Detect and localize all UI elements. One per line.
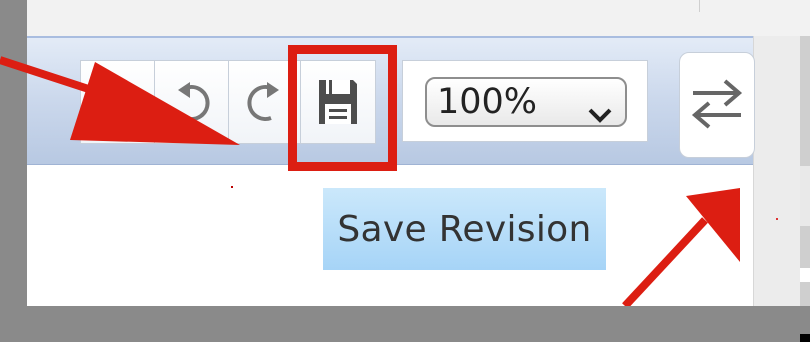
right-side-panel bbox=[753, 36, 810, 342]
tooltip-text: Save Revision bbox=[337, 208, 592, 250]
swap-arrows-icon bbox=[687, 73, 747, 137]
zoom-value: 100% bbox=[437, 82, 538, 122]
zoom-dropdown[interactable]: 100% bbox=[402, 60, 648, 142]
undo-button[interactable] bbox=[154, 60, 230, 144]
undo-icon bbox=[172, 78, 212, 126]
save-button-highlight-box bbox=[288, 45, 397, 171]
save-revision-tooltip: Save Revision bbox=[323, 188, 606, 270]
title-strip bbox=[27, 0, 810, 37]
swap-view-button[interactable] bbox=[679, 52, 755, 158]
zoom-select-field[interactable]: 100% bbox=[425, 77, 627, 127]
chevron-down-icon bbox=[587, 93, 613, 133]
toolbar-button-first[interactable] bbox=[80, 60, 156, 144]
redo-icon bbox=[245, 78, 285, 126]
